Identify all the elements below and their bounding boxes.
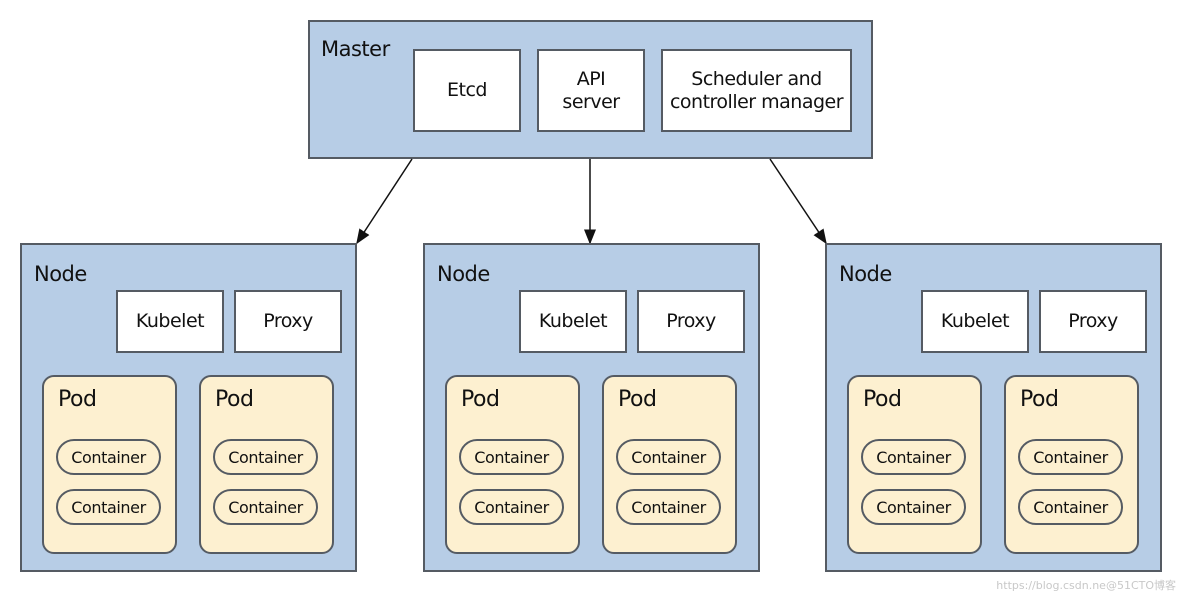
node-title: Node: [437, 262, 490, 286]
node-box: Node Kubelet Proxy Pod Container Container…: [825, 243, 1162, 572]
proxy-box: Proxy: [1039, 290, 1147, 353]
container-pill: Container: [459, 439, 564, 475]
container-pill: Container: [213, 439, 318, 475]
container-pill: Container: [1018, 489, 1123, 525]
kubernetes-architecture-diagram: Master Etcd API server Scheduler and con…: [0, 0, 1184, 601]
pod-box: Pod Container Container: [602, 375, 737, 554]
pod-title: Pod: [461, 387, 500, 412]
node-box: Node Kubelet Proxy Pod Container Container…: [20, 243, 357, 572]
watermark: https://blog.csdn.ne@51CTO博客: [996, 579, 1176, 592]
node-title: Node: [34, 262, 87, 286]
node-title: Node: [839, 262, 892, 286]
proxy-box: Proxy: [637, 290, 745, 353]
arrow-master-to-node-3: [769, 158, 827, 245]
pod-box: Pod Container Container: [42, 375, 177, 554]
arrow-master-to-node-1: [356, 158, 413, 245]
node-box: Node Kubelet Proxy Pod Container Container…: [423, 243, 760, 572]
pod-title: Pod: [618, 387, 657, 412]
container-pill: Container: [1018, 439, 1123, 475]
container-pill: Container: [616, 489, 721, 525]
kubelet-box: Kubelet: [519, 290, 627, 353]
pod-title: Pod: [1020, 387, 1059, 412]
pod-box: Pod Container Container: [445, 375, 580, 554]
pod-title: Pod: [58, 387, 97, 412]
proxy-box: Proxy: [234, 290, 342, 353]
container-pill: Container: [459, 489, 564, 525]
pod-title: Pod: [215, 387, 254, 412]
container-pill: Container: [861, 489, 966, 525]
kubelet-box: Kubelet: [921, 290, 1029, 353]
container-pill: Container: [213, 489, 318, 525]
container-pill: Container: [861, 439, 966, 475]
container-pill: Container: [56, 489, 161, 525]
pod-box: Pod Container Container: [1004, 375, 1139, 554]
pod-box: Pod Container Container: [847, 375, 982, 554]
container-pill: Container: [56, 439, 161, 475]
container-pill: Container: [616, 439, 721, 475]
pod-title: Pod: [863, 387, 902, 412]
pod-box: Pod Container Container: [199, 375, 334, 554]
kubelet-box: Kubelet: [116, 290, 224, 353]
